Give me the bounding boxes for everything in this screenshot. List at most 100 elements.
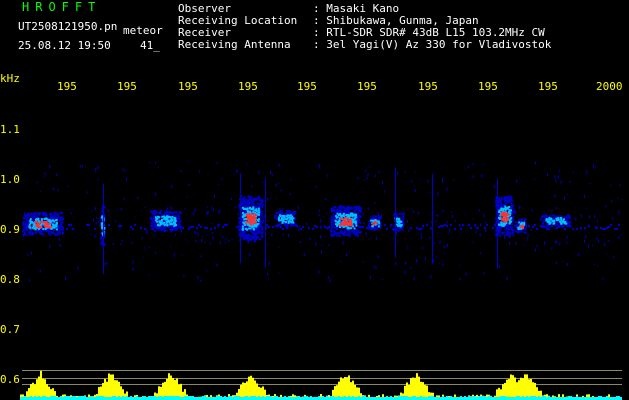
histogram-floor: [192, 396, 194, 400]
noise-speck: [124, 169, 126, 172]
histogram-floor: [326, 396, 328, 400]
carrier-pixel: [444, 224, 446, 226]
carrier-pixel: [462, 224, 464, 226]
noise-speck: [131, 241, 133, 244]
burst-pixel: [357, 218, 360, 221]
burst-pixel: [62, 231, 64, 234]
burst-pixel: [504, 234, 506, 237]
histogram-floor: [518, 396, 520, 400]
burst-pixel: [562, 218, 565, 221]
noise-speck: [267, 272, 269, 276]
burst-pixel: [159, 212, 162, 215]
noise-speck: [206, 211, 208, 215]
noise-speck: [556, 207, 558, 209]
noise-speck: [319, 164, 320, 167]
histogram-bar: [346, 377, 348, 400]
burst-pixel: [359, 226, 362, 229]
noise-speck: [278, 164, 280, 167]
x-tick-label: 195: [478, 80, 498, 93]
noise-speck: [595, 225, 596, 229]
burst-pixel: [250, 195, 253, 198]
burst-pixel: [36, 218, 39, 221]
histogram-bar: [36, 379, 38, 400]
noise-speck: [465, 272, 467, 276]
histogram-bar: [40, 370, 42, 400]
histogram-floor: [68, 396, 70, 400]
noise-speck: [218, 210, 220, 214]
noise-speck: [67, 186, 69, 187]
histogram-floor: [446, 396, 448, 400]
histogram-floor: [404, 396, 406, 400]
burst-pixel: [549, 214, 552, 217]
noise-speck: [320, 235, 321, 239]
burst-pixel: [399, 220, 402, 223]
burst-pixel: [254, 221, 257, 224]
burst-pixel: [339, 229, 342, 232]
burst-pixel: [100, 219, 103, 222]
burst-pixel: [252, 210, 255, 213]
burst-pixel: [402, 223, 405, 226]
burst-pixel: [511, 227, 514, 230]
histogram-floor: [118, 396, 120, 400]
burst-pixel: [347, 214, 350, 217]
burst-pixel: [355, 233, 358, 236]
burst-pixel: [282, 218, 285, 221]
noise-speck: [411, 208, 413, 210]
burst-pixel: [27, 215, 30, 218]
noise-speck: [472, 175, 474, 179]
noise-speck: [578, 253, 580, 257]
histogram-floor: [30, 396, 32, 400]
histogram-floor: [230, 396, 232, 400]
burst-pixel: [25, 233, 28, 236]
noise-speck: [404, 270, 406, 274]
histogram-floor: [52, 396, 54, 400]
noise-speck: [459, 265, 461, 267]
noise-speck: [224, 241, 226, 243]
burst-pixel: [377, 225, 380, 228]
noise-speck: [370, 276, 371, 280]
burst-pixel: [331, 226, 334, 229]
burst-pixel: [253, 216, 256, 219]
noise-speck: [194, 209, 196, 212]
histogram-floor: [534, 396, 536, 400]
noise-speck: [298, 225, 300, 229]
noise-speck: [180, 229, 182, 233]
histogram-floor: [390, 396, 392, 400]
histogram-floor: [516, 396, 518, 400]
noise-speck: [620, 234, 622, 236]
burst-pixel: [359, 230, 362, 233]
noise-speck: [478, 227, 479, 230]
noise-speck: [234, 173, 235, 175]
noise-speck: [610, 184, 612, 186]
field-value-antenna: : 3el Yagi(V) Az 330 for Vladivostok: [313, 38, 552, 51]
burst-pixel: [258, 197, 261, 200]
noise-speck: [404, 170, 406, 173]
burst-pixel: [359, 207, 362, 210]
burst-pixel: [504, 216, 507, 219]
noise-speck: [327, 174, 329, 177]
burst-pixel: [257, 218, 260, 221]
noise-speck: [200, 255, 202, 258]
burst-pixel: [179, 220, 182, 223]
noise-speck: [554, 240, 556, 243]
noise-speck: [442, 177, 443, 181]
burst-pixel: [179, 212, 182, 215]
burst-pixel: [501, 203, 504, 206]
burst-pixel: [259, 208, 262, 211]
burst-pixel: [254, 224, 257, 227]
noise-speck: [44, 172, 46, 176]
app-brand: HROFFT: [22, 0, 102, 14]
noise-speck: [444, 252, 445, 254]
burst-pixel: [352, 206, 355, 209]
noise-speck: [188, 220, 190, 222]
histogram-floor: [526, 396, 528, 400]
burst-pixel: [37, 228, 40, 231]
noise-speck: [249, 253, 251, 257]
carrier-pixel: [602, 228, 604, 230]
noise-speck: [362, 212, 364, 216]
burst-pixel: [59, 212, 62, 215]
burst-pixel: [358, 225, 360, 228]
noise-speck: [441, 181, 443, 183]
noise-speck: [86, 191, 88, 194]
noise-speck: [353, 239, 354, 241]
